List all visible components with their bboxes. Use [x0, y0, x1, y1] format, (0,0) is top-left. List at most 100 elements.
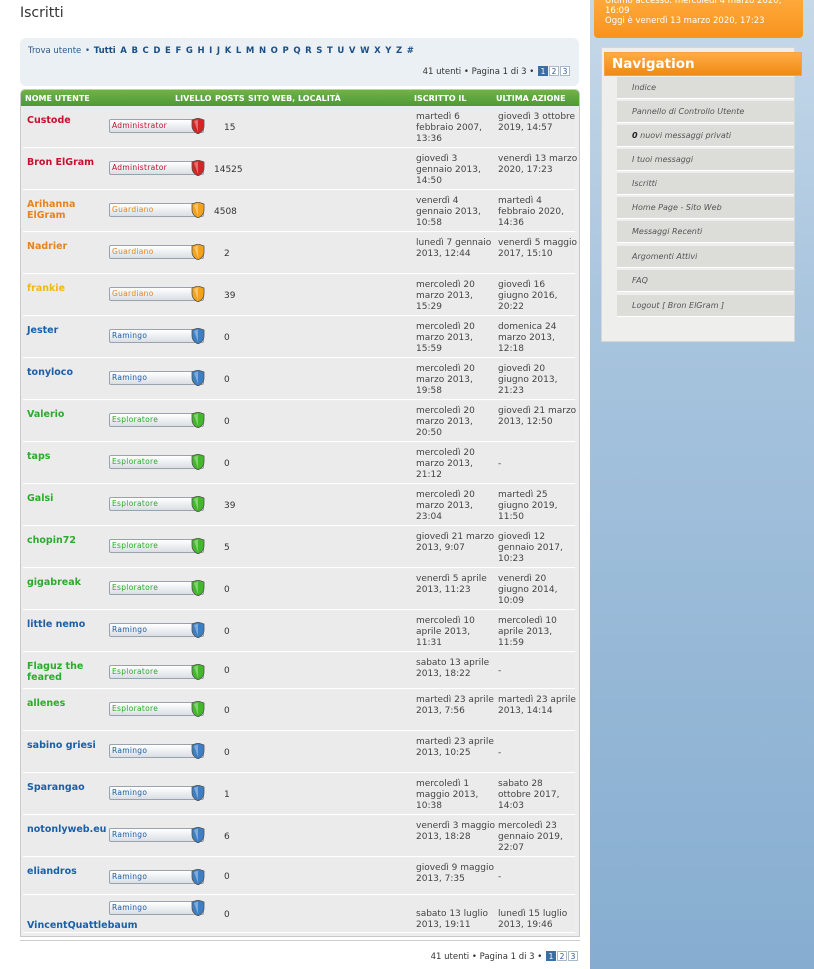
filter-letter-link[interactable]: D	[153, 46, 160, 56]
col-rank[interactable]: LIVELLO	[175, 94, 211, 103]
username-link[interactable]: little nemo	[27, 619, 107, 630]
post-count[interactable]: 1	[224, 790, 254, 800]
filter-letter-link[interactable]: C	[143, 46, 149, 56]
page-link[interactable]: 2	[549, 66, 559, 76]
nav-active-topics[interactable]: Argomenti Attivi	[617, 246, 794, 268]
filter-all-link[interactable]: Tutti	[94, 46, 116, 56]
filter-letter-link[interactable]: Y	[385, 46, 391, 56]
page-link[interactable]: 3	[560, 66, 570, 76]
nav-recent-posts[interactable]: Messaggi Recenti	[617, 221, 794, 243]
filter-letter-link[interactable]: Q	[293, 46, 300, 56]
nav-your-messages[interactable]: I tuoi messaggi	[617, 149, 794, 171]
filter-letter-link[interactable]: K	[225, 46, 232, 56]
nav-logout[interactable]: Logout [ Bron ElGram ]	[617, 295, 794, 317]
nav-private-messages[interactable]: 0 nuovi messaggi privati	[617, 125, 794, 147]
username-link[interactable]: notonlyweb.eu	[27, 824, 107, 835]
filter-letter-link[interactable]: U	[337, 46, 344, 56]
filter-letter-link[interactable]: V	[349, 46, 356, 56]
rank-badge: Ramingo	[109, 328, 205, 344]
rank-shield-icon	[191, 580, 205, 596]
username-link[interactable]: Jester	[27, 325, 107, 336]
filter-letter-link[interactable]: F	[175, 46, 181, 56]
nav-index[interactable]: Indice	[617, 77, 794, 99]
nav-members[interactable]: Iscritti	[617, 173, 794, 195]
post-count[interactable]: 0	[224, 375, 254, 385]
page-link[interactable]: 1	[546, 951, 556, 961]
page-title: Iscritti	[20, 5, 64, 21]
pagination-bottom: 41 utenti • Pagina 1 di 3 • 123	[431, 951, 578, 962]
filter-letter-link[interactable]: O	[271, 46, 278, 56]
col-posts[interactable]: POSTS	[215, 94, 245, 103]
post-count[interactable]: 14525	[214, 165, 244, 175]
username-link[interactable]: taps	[27, 451, 107, 462]
username-link[interactable]: VincentQuattlebaum	[27, 920, 167, 931]
col-username[interactable]: NOME UTENTE	[25, 94, 90, 103]
username-link[interactable]: frankie	[27, 283, 107, 294]
username-link[interactable]: Custode	[27, 115, 107, 126]
nav-home-page[interactable]: Home Page - Sito Web	[617, 197, 794, 219]
filter-letter-link[interactable]: G	[186, 46, 193, 56]
post-count[interactable]: 0	[224, 872, 254, 882]
post-count[interactable]: 39	[224, 291, 254, 301]
post-count[interactable]: 0	[224, 417, 254, 427]
post-count[interactable]: 0	[224, 748, 254, 758]
filter-letter-link[interactable]: J	[217, 46, 220, 56]
page-link[interactable]: 3	[568, 951, 578, 961]
filter-letter-link[interactable]: E	[165, 46, 171, 56]
username-link[interactable]: Sparangao	[27, 782, 107, 793]
table-row: notonlyweb.eu Ramingo 6 venerdì 3 maggio 20…	[23, 816, 575, 857]
post-count[interactable]: 0	[224, 585, 254, 595]
filter-letter-link[interactable]: #	[407, 46, 414, 56]
username-link[interactable]: Bron ElGram	[27, 157, 107, 168]
filter-letter-link[interactable]: H	[197, 46, 204, 56]
page-link[interactable]: 1	[538, 66, 548, 76]
col-last-active[interactable]: ULTIMA AZIONE	[496, 94, 566, 103]
post-count[interactable]: 0	[224, 706, 254, 716]
rank-label: Guardiano	[112, 205, 154, 214]
filter-letter-link[interactable]: T	[327, 46, 333, 56]
filter-letter-link[interactable]: X	[374, 46, 381, 56]
filter-letter-link[interactable]: W	[360, 46, 369, 56]
username-link[interactable]: tonyloco	[27, 367, 107, 378]
filter-letter-link[interactable]: R	[305, 46, 312, 56]
post-count[interactable]: 2	[224, 249, 254, 259]
post-count[interactable]: 5	[224, 543, 254, 553]
username-link[interactable]: Galsi	[27, 493, 107, 504]
filter-letter-link[interactable]: Z	[396, 46, 402, 56]
filter-letter-link[interactable]: L	[236, 46, 241, 56]
filter-letter-link[interactable]: P	[283, 46, 289, 56]
filter-letter-link[interactable]: I	[209, 46, 212, 56]
filter-letter-link[interactable]: N	[259, 46, 266, 56]
find-user-link[interactable]: Trova utente	[28, 46, 81, 56]
username-link[interactable]: Nadrier	[27, 241, 107, 252]
username-link[interactable]: eliandros	[27, 866, 107, 877]
username-link[interactable]: gigabreak	[27, 577, 107, 588]
post-count[interactable]: 0	[224, 627, 254, 637]
post-count[interactable]: 6	[224, 832, 254, 842]
nav-faq[interactable]: FAQ	[617, 270, 794, 292]
page-link[interactable]: 2	[557, 951, 567, 961]
col-website[interactable]: SITO WEB, LOCALITÀ	[248, 94, 341, 103]
filter-letter-link[interactable]: S	[316, 46, 322, 56]
post-count[interactable]: 4508	[214, 207, 244, 217]
last-activity: -	[498, 747, 502, 758]
username-link[interactable]: allenes	[27, 698, 107, 709]
table-row: sabino griesi Ramingo 0 martedì 23 aprile 2…	[23, 732, 575, 773]
username-link[interactable]: Arihanna ElGram	[27, 199, 107, 221]
post-count[interactable]: 0	[224, 666, 254, 676]
post-count[interactable]: 0	[224, 459, 254, 469]
filter-letter-link[interactable]: A	[120, 46, 127, 56]
username-link[interactable]: Flaguz the feared	[27, 661, 107, 683]
filter-letter-link[interactable]: M	[246, 46, 254, 56]
username-link[interactable]: Valerio	[27, 409, 107, 420]
nav-user-control-panel[interactable]: Pannello di Controllo Utente	[617, 101, 794, 123]
filter-letter-link[interactable]: B	[131, 46, 137, 56]
post-count[interactable]: 0	[224, 333, 254, 343]
col-joined[interactable]: ISCRITTO IL	[414, 94, 467, 103]
username-link[interactable]: chopin72	[27, 535, 107, 546]
post-count[interactable]: 15	[224, 123, 254, 133]
last-activity: giovedì 3 ottobre 2019, 14:57	[498, 112, 576, 133]
post-count[interactable]: 39	[224, 501, 254, 511]
post-count[interactable]: 0	[224, 910, 254, 920]
username-link[interactable]: sabino griesi	[27, 740, 107, 751]
